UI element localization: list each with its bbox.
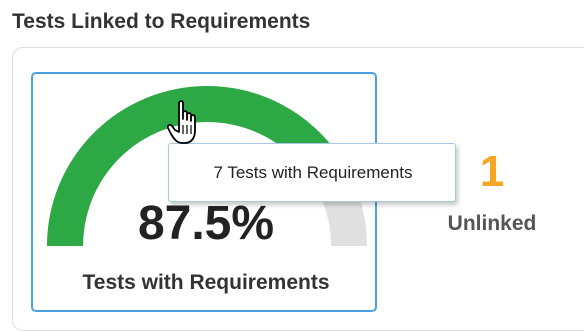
- hand-pointer-icon: [167, 100, 196, 144]
- page: Tests Linked to Requirements 87.5% Tests…: [0, 0, 584, 331]
- gauge-caption: Tests with Requirements: [82, 271, 330, 294]
- section-title: Tests Linked to Requirements: [12, 10, 311, 33]
- gauge-tooltip: 7 Tests with Requirements: [168, 143, 456, 202]
- unlinked-label[interactable]: Unlinked: [432, 212, 552, 236]
- unlinked-count[interactable]: 1: [462, 150, 522, 194]
- tooltip-text: 7 Tests with Requirements: [213, 163, 413, 182]
- gauge-percent-value: 87.5%: [137, 197, 275, 250]
